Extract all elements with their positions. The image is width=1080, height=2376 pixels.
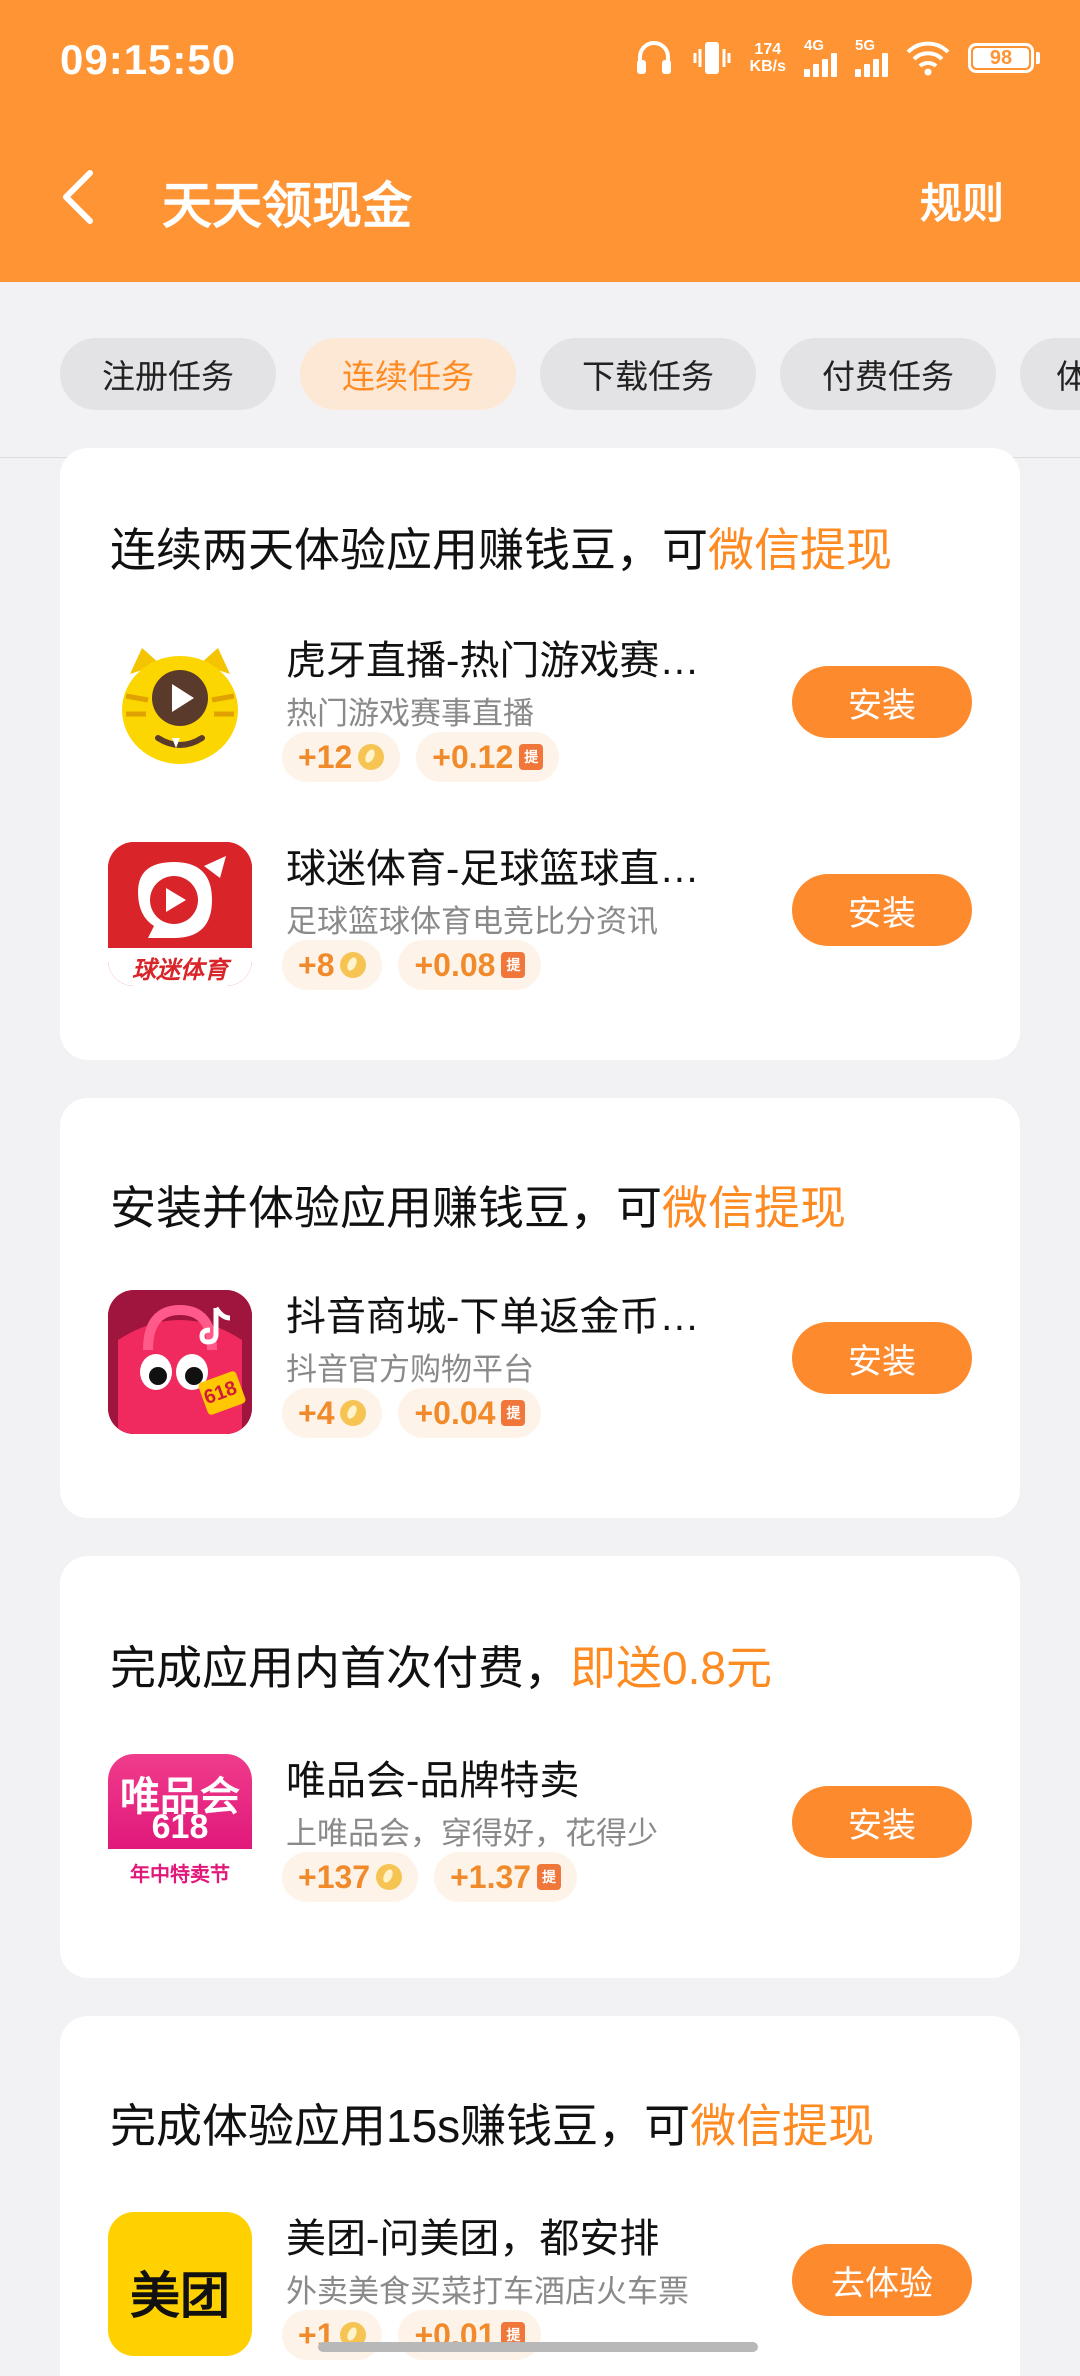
huya-tiger-icon — [108, 634, 252, 778]
app-row-meituan[interactable]: 美团 美团-问美团，都安排 外卖美食买菜打车酒店火车票 +1 +0.01 提 去体… — [60, 2192, 1020, 2362]
status-icons: 174 KB/s 4G 5G 98 — [634, 38, 1040, 77]
sim2-label: 5G — [855, 37, 876, 54]
tab-register[interactable]: 注册任务 — [60, 338, 276, 410]
headphones-icon — [634, 39, 674, 77]
app-name: 球迷体育-足球篮球直… — [286, 847, 700, 891]
rewards: +4 +0.04 提 — [282, 1388, 542, 1438]
task-card-continuous: 连续两天体验应用赚钱豆，可微信提现 虎牙直播-热门游戏赛… 热门游戏赛事直播 +… — [60, 448, 1020, 1060]
battery-level: 98 — [973, 47, 1029, 68]
app-desc: 上唯品会，穿得好，花得少 — [286, 1816, 658, 1851]
bean-reward: +1 — [282, 2310, 383, 2360]
net-speed-value: 174 — [754, 40, 782, 58]
home-indicator[interactable] — [318, 2342, 758, 2352]
app-desc: 外卖美食买菜打车酒店火车票 — [286, 2274, 689, 2309]
cash-withdraw-icon: 提 — [537, 1864, 562, 1890]
page-title: 天天领现金 — [162, 178, 412, 234]
cash-withdraw-icon: 提 — [501, 1400, 526, 1426]
bean-reward: +12 — [282, 732, 401, 782]
app-row-douyin-mall[interactable]: 618 抖音商城-下单返金币… 抖音官方购物平台 +4 +0.04 提 安装 — [60, 1270, 1020, 1440]
vipshop-icon-subtext: 年中特卖节 — [130, 1864, 230, 1886]
rewards: +137 +1.37 提 — [282, 1852, 578, 1902]
install-button[interactable]: 安装 — [792, 874, 972, 946]
app-desc: 抖音官方购物平台 — [286, 1352, 534, 1387]
bean-reward: +8 — [282, 940, 383, 990]
chevron-left-icon — [63, 170, 93, 224]
tab-continuous[interactable]: 连续任务 — [300, 338, 516, 410]
tab-download[interactable]: 下载任务 — [540, 338, 756, 410]
experience-button[interactable]: 去体验 — [792, 2244, 972, 2316]
install-button[interactable]: 安装 — [792, 1786, 972, 1858]
app-name: 唯品会-品牌特卖 — [286, 1759, 580, 1803]
sim2-signal-icon: 5G — [855, 38, 888, 77]
qiumi-sports-icon: 球迷体育 — [108, 842, 252, 986]
bean-icon — [376, 1864, 403, 1890]
sim1-signal-icon: 4G — [804, 38, 837, 77]
task-card-install: 安装并体验应用赚钱豆，可微信提现 618 抖音商城-下单返金币… 抖音官方购物平… — [60, 1098, 1020, 1518]
card-title: 连续两天体验应用赚钱豆，可微信提现 — [110, 524, 892, 576]
net-speed-unit: KB/s — [749, 57, 786, 75]
app-row-vipshop[interactable]: 唯品会 618 年中特卖节 唯品会-品牌特卖 上唯品会，穿得好，花得少 +137… — [60, 1734, 1020, 1904]
task-tabs: 注册任务 连续任务 下载任务 付费任务 体 — [0, 282, 1080, 458]
meituan-icon-text: 美团 — [130, 2268, 230, 2324]
bean-reward: +137 — [282, 1852, 419, 1902]
vibrate-icon — [692, 39, 732, 77]
task-card-payment: 完成应用内首次付费，即送0.8元 唯品会 618 年中特卖节 唯品会-品牌特卖 … — [60, 1556, 1020, 1978]
rewards: +1 +0.01 提 — [282, 2310, 542, 2360]
douyin-mall-icon: 618 — [108, 1290, 252, 1434]
task-card-experience: 完成体验应用15s赚钱豆，可微信提现 美团 美团-问美团，都安排 外卖美食买菜打… — [60, 2016, 1020, 2376]
app-desc: 热门游戏赛事直播 — [286, 696, 534, 731]
back-button[interactable] — [60, 164, 110, 230]
cash-reward: +0.08 提 — [398, 940, 542, 990]
meituan-icon: 美团 — [108, 2212, 252, 2356]
qiumi-icon-text: 球迷体育 — [132, 957, 228, 984]
cash-reward: +0.04 提 — [398, 1388, 542, 1438]
app-desc: 足球篮球体育电竞比分资讯 — [286, 904, 658, 939]
cash-reward: +0.01 提 — [398, 2310, 542, 2360]
cash-withdraw-icon: 提 — [501, 952, 526, 978]
card-title: 完成体验应用15s赚钱豆，可微信提现 — [110, 2100, 875, 2152]
app-row-huya[interactable]: 虎牙直播-热门游戏赛… 热门游戏赛事直播 +12 +0.12 提 安装 — [60, 614, 1020, 784]
battery-icon: 98 — [968, 42, 1040, 73]
wifi-icon — [906, 40, 950, 76]
cash-reward: +0.12 提 — [416, 732, 560, 782]
app-name: 虎牙直播-热门游戏赛… — [286, 639, 700, 683]
cash-reward: +1.37 提 — [434, 1852, 578, 1902]
network-speed: 174 KB/s — [750, 41, 786, 75]
rules-link[interactable]: 规则 — [920, 170, 1004, 231]
rewards: +8 +0.08 提 — [282, 940, 542, 990]
tab-payment[interactable]: 付费任务 — [780, 338, 996, 410]
card-title: 完成应用内首次付费，即送0.8元 — [110, 1642, 772, 1694]
app-header: 09:15:50 174 KB/s 4G 5G 98 天天领现金 规则 — [0, 0, 1080, 282]
bean-icon — [358, 744, 385, 770]
vipshop-icon-618: 618 — [151, 1808, 209, 1846]
bean-icon — [340, 952, 367, 978]
install-button[interactable]: 安装 — [792, 666, 972, 738]
sim1-label: 4G — [804, 37, 825, 54]
app-name: 美团-问美团，都安排 — [286, 2217, 660, 2261]
bean-icon — [340, 1400, 367, 1426]
vipshop-icon: 唯品会 618 年中特卖节 — [108, 1754, 252, 1898]
tab-experience[interactable]: 体 — [1020, 338, 1080, 410]
bean-reward: +4 — [282, 1388, 383, 1438]
app-name: 抖音商城-下单返金币… — [286, 1295, 700, 1339]
status-time: 09:15:50 — [60, 36, 237, 83]
cash-withdraw-icon: 提 — [519, 744, 544, 770]
app-row-qiumi[interactable]: 球迷体育 球迷体育-足球篮球直… 足球篮球体育电竞比分资讯 +8 +0.08 提 … — [60, 822, 1020, 992]
card-title: 安装并体验应用赚钱豆，可微信提现 — [110, 1182, 846, 1234]
install-button[interactable]: 安装 — [792, 1322, 972, 1394]
rewards: +12 +0.12 提 — [282, 732, 560, 782]
